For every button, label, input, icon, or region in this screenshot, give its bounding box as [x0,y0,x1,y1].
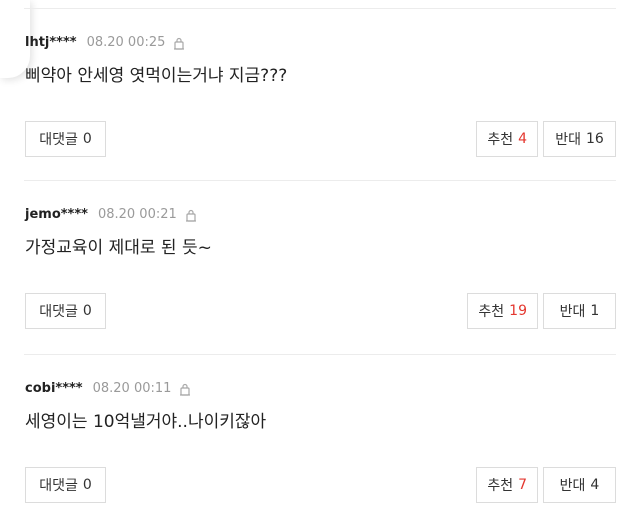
comment-time: 08.20 00:21 [97,206,177,222]
lock-icon [179,381,191,396]
recommend-button[interactable]: 추천 19 [467,293,538,329]
reply-label: 대댓글 [39,478,78,494]
recommend-count: 7 [518,477,527,493]
recommend-label: 추천 [487,132,514,148]
recommend-count: 19 [509,303,527,319]
comment-time: 08.20 00:25 [86,34,166,50]
reply-count: 0 [82,477,92,493]
comment-meta: lhtj**** 08.20 00:25 [25,33,185,51]
recommend-label: 추천 [487,478,514,494]
comment-text: 가정교육이 제대로 된 듯~ [25,238,212,258]
reply-label: 대댓글 [39,304,78,320]
comment-meta: jemo**** 08.20 00:21 [25,205,197,223]
oppose-label: 반대 [559,478,586,494]
comment-text: 삐약아 안세영 엿먹이는거냐 지금??? [25,66,288,86]
oppose-count: 1 [590,303,600,319]
oppose-label: 반대 [555,132,581,148]
recommend-count: 4 [518,131,527,147]
reply-button[interactable]: 대댓글 0 [25,293,106,329]
oppose-button[interactable]: 반대 1 [543,293,616,329]
oppose-count: 16 [585,131,604,147]
comment-item: cobi**** 08.20 00:11 세영이는 10억낼거야..나이키잖아 … [0,354,640,526]
oppose-button[interactable]: 반대 4 [543,467,616,503]
reply-label: 대댓글 [39,132,78,148]
comment-author[interactable]: jemo**** [25,207,88,222]
comment-item: jemo**** 08.20 00:21 가정교육이 제대로 된 듯~ 대댓글 … [0,180,640,352]
recommend-label: 추천 [478,304,505,320]
oppose-button[interactable]: 반대 16 [543,121,616,157]
oppose-label: 반대 [559,304,586,320]
reply-button[interactable]: 대댓글 0 [25,121,106,157]
recommend-button[interactable]: 추천 4 [476,121,538,157]
comment-author[interactable]: cobi**** [25,381,83,396]
recommend-button[interactable]: 추천 7 [476,467,538,503]
comment-meta: cobi**** 08.20 00:11 [25,379,191,397]
oppose-count: 4 [590,477,600,493]
comment-text: 세영이는 10억낼거야..나이키잖아 [25,412,267,432]
lock-icon [185,207,197,222]
reply-count: 0 [82,303,92,319]
reply-count: 0 [82,131,92,147]
lock-icon [173,35,185,50]
comment-time: 08.20 00:11 [92,380,172,396]
comment-author[interactable]: lhtj**** [25,35,77,50]
reply-button[interactable]: 대댓글 0 [25,467,106,503]
comment-item: lhtj**** 08.20 00:25 삐약아 안세영 엿먹이는거냐 지금??… [0,8,640,180]
